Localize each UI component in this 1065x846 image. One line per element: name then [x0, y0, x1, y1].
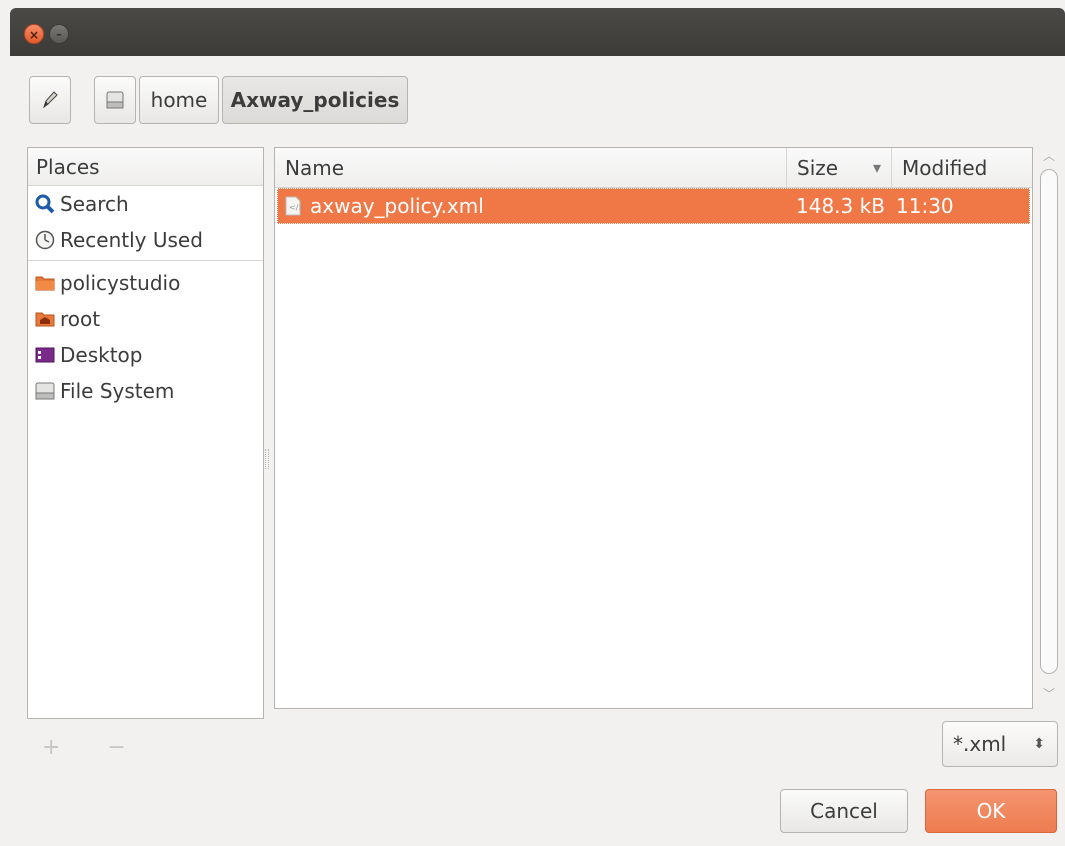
- updown-icon: ⬍: [1033, 736, 1045, 752]
- file-row[interactable]: </> axway_policy.xml 148.3 kB 11:30: [277, 188, 1030, 224]
- place-recently-used[interactable]: Recently Used: [28, 222, 263, 258]
- clock-icon: [35, 230, 55, 250]
- file-list: Name Size ▾ Modified </> axway_policy.xm…: [274, 147, 1033, 709]
- file-list-header: Name Size ▾ Modified: [275, 148, 1032, 188]
- scroll-up-icon[interactable]: ︿: [1043, 147, 1055, 163]
- scroll-down-icon[interactable]: ﹀: [1043, 685, 1055, 701]
- drive-icon: [106, 91, 124, 109]
- place-label: Search: [60, 192, 129, 216]
- place-label: policystudio: [60, 271, 181, 295]
- title-bar: × –: [10, 8, 1065, 56]
- place-root[interactable]: root: [28, 301, 263, 337]
- place-label: File System: [60, 379, 175, 403]
- scrollbar-thumb[interactable]: [1040, 169, 1058, 674]
- place-desktop[interactable]: Desktop: [28, 337, 263, 373]
- file-name-cell: </> axway_policy.xml: [278, 189, 788, 223]
- pane-resize-handle[interactable]: [265, 449, 269, 469]
- place-search[interactable]: Search: [28, 186, 263, 222]
- folder-icon: [35, 276, 55, 291]
- file-type-filter[interactable]: *.xml ⬍: [942, 721, 1058, 767]
- cancel-button[interactable]: Cancel: [780, 789, 908, 833]
- edit-location-button[interactable]: [29, 76, 71, 124]
- file-size: 148.3 kB: [796, 194, 885, 218]
- file-modified: 11:30: [896, 194, 954, 218]
- place-label: Recently Used: [60, 228, 203, 252]
- breadcrumb-current[interactable]: Axway_policies: [222, 76, 408, 124]
- xml-file-icon: </>: [285, 196, 302, 216]
- home-folder-icon: [35, 312, 55, 327]
- place-policystudio[interactable]: policystudio: [28, 265, 263, 301]
- vertical-scrollbar[interactable]: ︿ ﹀: [1038, 145, 1060, 705]
- desktop-icon: [35, 347, 55, 363]
- place-label: root: [60, 307, 101, 331]
- places-sidebar: Places Search Recently Used policystudio: [27, 147, 264, 719]
- filesystem-root-button[interactable]: [94, 76, 136, 124]
- file-chooser-dialog: home Axway_policies Places Search Recent…: [10, 56, 1065, 846]
- pencil-icon: [43, 91, 58, 109]
- column-size-label: Size: [797, 155, 839, 180]
- close-window-button[interactable]: ×: [24, 24, 44, 44]
- svg-text:</>: </>: [289, 203, 302, 212]
- places-separator: [28, 260, 263, 261]
- place-label: Desktop: [60, 343, 143, 367]
- breadcrumb-home[interactable]: home: [139, 76, 219, 124]
- column-modified-label: Modified: [902, 155, 988, 180]
- minimize-window-button[interactable]: –: [49, 24, 69, 44]
- column-modified[interactable]: Modified: [892, 148, 1032, 187]
- drive-icon: [35, 382, 55, 400]
- file-name: axway_policy.xml: [310, 194, 484, 218]
- search-icon: [35, 194, 55, 214]
- places-header: Places: [28, 148, 263, 186]
- add-remove-bookmark[interactable]: + −: [42, 735, 146, 760]
- column-size[interactable]: Size ▾: [787, 148, 892, 187]
- ok-button[interactable]: OK: [925, 789, 1057, 833]
- place-file-system[interactable]: File System: [28, 373, 263, 409]
- column-name-label: Name: [285, 155, 345, 180]
- column-name[interactable]: Name: [275, 148, 787, 187]
- sort-descending-icon: ▾: [872, 158, 881, 177]
- filter-value: *.xml: [953, 732, 1007, 756]
